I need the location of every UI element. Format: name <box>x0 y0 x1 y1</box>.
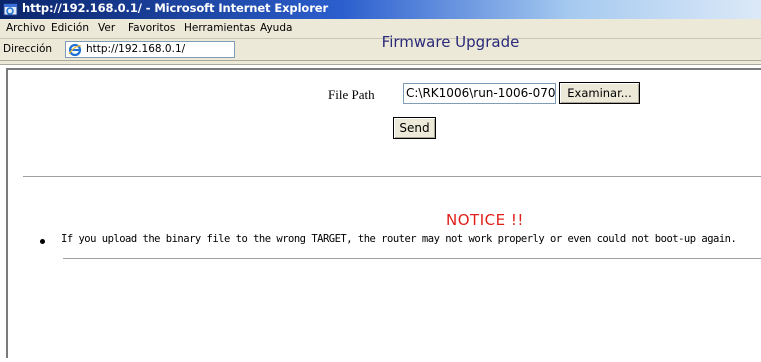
bullet-icon <box>40 239 45 244</box>
ie-window-icon <box>3 3 18 16</box>
browser-window: http://192.168.0.1/ - Microsoft Internet… <box>0 0 761 362</box>
file-path-label: File Path <box>328 87 375 102</box>
notice-text: If you upload the binary file to the wro… <box>61 233 737 245</box>
send-button[interactable]: Send <box>393 117 436 139</box>
window-title: http://192.168.0.1/ - Microsoft Internet… <box>22 1 329 15</box>
divider-line <box>23 176 761 178</box>
page-title: Firmware Upgrade <box>381 33 520 51</box>
notice-title: NOTICE !! <box>446 211 524 229</box>
toolbar-separator <box>0 61 761 65</box>
title-bar[interactable]: http://192.168.0.1/ - Microsoft Internet… <box>0 0 761 19</box>
browse-button[interactable]: Examinar... <box>559 82 640 104</box>
file-path-input[interactable]: C:\RK1006\run-1006-070 <box>403 83 556 104</box>
divider-line-bottom <box>63 258 761 259</box>
